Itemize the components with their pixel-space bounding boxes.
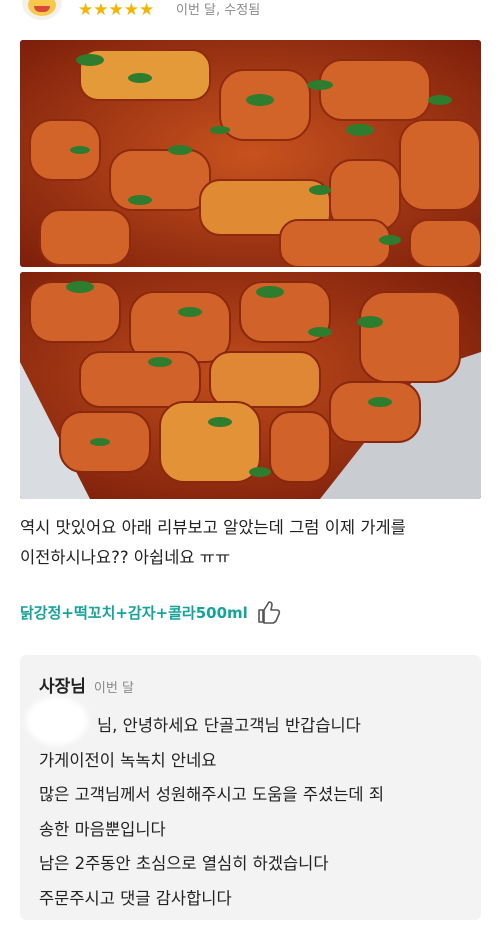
thumbs-up-icon[interactable] (256, 600, 282, 624)
review-date: 이번 달, 수정됨 (176, 3, 261, 18)
reply-text-line: 송한 마음뿐입니다 (39, 819, 166, 839)
review-text-line: 역시 맛있어요 아래 리뷰보고 알았는데 그럼 이제 가게를 (20, 518, 406, 537)
ordered-menu-label: 닭강정+떡꼬치+감자+콜라500ml (20, 603, 248, 622)
reply-text-line: 님, 안녕하세요 단골고객님 반갑습니다 (97, 716, 361, 735)
owner-reply: 사장님 이번 달 님, 안녕하세요 단골고객님 반갑습니다 가게이전이 녹녹치 … (20, 655, 481, 920)
review-photo-2[interactable] (20, 272, 481, 499)
review-text-line: 이전하시나요?? 아쉽네요 ㅠㅠ (20, 548, 231, 567)
reply-text-line: 주문주시고 댓글 감사합니다 (39, 888, 232, 908)
user-avatar-icon[interactable] (22, 0, 62, 20)
reply-text-line: 남은 2주동안 초심으로 열심히 하겠습니다 (39, 854, 329, 873)
ordered-menu: 닭강정+떡꼬치+감자+콜라500ml (20, 600, 282, 624)
food-photo-image (20, 272, 481, 499)
reply-header: 사장님 이번 달 (39, 672, 134, 697)
review-header: ★★★★★ 이번 달, 수정됨 (0, 0, 500, 30)
rating-stars: ★★★★★ (78, 0, 155, 20)
reply-body: 님, 안녕하세요 단골고객님 반갑습니다 가게이전이 녹녹치 안네요 많은 고객… (39, 709, 469, 916)
review-photo-1[interactable] (20, 40, 481, 267)
reply-date: 이번 달 (93, 681, 134, 696)
reply-text-line: 많은 고객님께서 성원해주시고 도움을 주셨는데 죄 (39, 785, 385, 804)
owner-name: 사장님 (39, 677, 86, 697)
review-body: 역시 맛있어요 아래 리뷰보고 알았는데 그럼 이제 가게를 이전하시나요?? … (20, 513, 490, 573)
reply-text-line: 가게이전이 녹녹치 안네요 (39, 750, 217, 770)
food-photo-image (20, 40, 481, 267)
